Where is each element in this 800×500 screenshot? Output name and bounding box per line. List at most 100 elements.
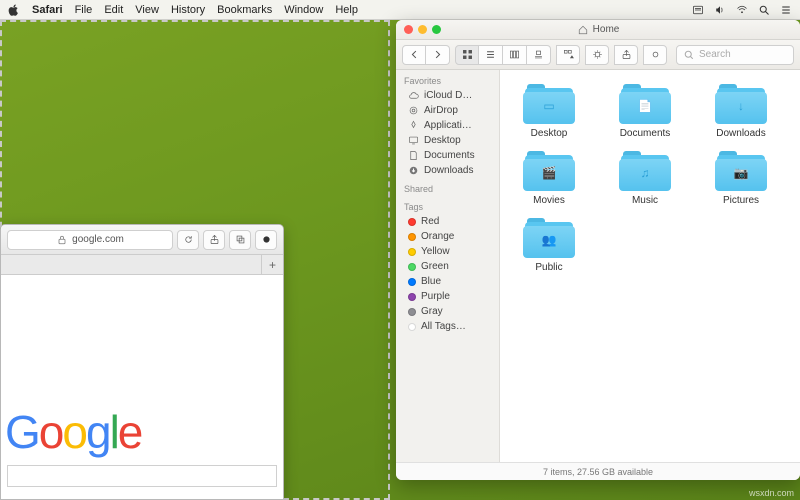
tag-dot-icon [408,278,416,286]
sidebar-tag-purple[interactable]: Purple [396,289,499,304]
view-columns-button[interactable] [503,45,527,65]
sidebar-item-desktop[interactable]: Desktop [396,133,499,148]
tag-dot-icon [408,263,416,271]
spotlight-icon[interactable] [758,4,770,16]
safari-window[interactable]: google.com + Google [0,224,284,500]
wifi-icon[interactable] [736,4,748,16]
sidebar-all-tags[interactable]: All Tags… [396,319,499,334]
sidebar-tag-yellow[interactable]: Yellow [396,244,499,259]
tag-dot-icon [408,248,416,256]
documents-icon [408,150,419,161]
notification-center-icon[interactable] [780,4,792,16]
tag-dot-icon [408,308,416,316]
sidebar-item-documents[interactable]: Documents [396,148,499,163]
menu-edit[interactable]: Edit [104,4,123,16]
folder-downloads[interactable]: ↓Downloads [702,84,780,139]
apps-icon [408,120,419,131]
airdrop-icon [408,105,419,116]
finder-titlebar[interactable]: Home [396,20,800,40]
finder-zoom-button[interactable] [432,25,441,34]
folder-icon: ♫ [619,151,671,191]
folder-movies[interactable]: 🎬Movies [510,151,588,206]
sidebar-favorites-header: Favorites [396,70,499,88]
all-tags-icon [408,323,416,331]
folder-icon: 👥 [523,218,575,258]
volume-icon[interactable] [714,4,726,16]
folder-pictures[interactable]: 📷Pictures [702,151,780,206]
view-coverflow-button[interactable] [527,45,551,65]
share-button[interactable] [614,45,638,65]
desktop-icon [408,135,419,146]
safari-reload-button[interactable] [177,230,199,250]
menu-window[interactable]: Window [284,4,323,16]
safari-toolbar: google.com [1,225,283,255]
watermark: wsxdn.com [749,488,794,498]
safari-extension-button[interactable] [255,230,277,250]
desktop: Safari File Edit View History Bookmarks … [0,0,800,500]
downloads-icon [408,165,419,176]
sidebar-tag-green[interactable]: Green [396,259,499,274]
home-icon [577,24,589,36]
sidebar-tag-red[interactable]: Red [396,214,499,229]
safari-tabs-button[interactable] [229,230,251,250]
google-logo: Google [1,405,283,459]
finder-close-button[interactable] [404,25,413,34]
sidebar-tag-blue[interactable]: Blue [396,274,499,289]
finder-search-input[interactable]: Search [676,45,794,65]
folder-icon: 📄 [619,84,671,124]
finder-sidebar: Favorites iCloud D…AirDropApplicati…Desk… [396,70,500,462]
google-search-input[interactable] [7,465,277,487]
folder-icon: ↓ [715,84,767,124]
lock-icon [56,234,68,246]
finder-toolbar: Search [396,40,800,70]
active-app-name[interactable]: Safari [32,4,63,16]
finder-window[interactable]: Home [396,20,800,480]
finder-back-button[interactable] [402,45,426,65]
safari-address-bar[interactable]: google.com [7,230,173,250]
menubar: Safari File Edit View History Bookmarks … [0,0,800,20]
safari-url: google.com [72,234,124,245]
finder-statusbar: 7 items, 27.56 GB available [396,462,800,480]
menu-view[interactable]: View [135,4,159,16]
menu-file[interactable]: File [75,4,93,16]
menu-bookmarks[interactable]: Bookmarks [217,4,272,16]
sidebar-item-downloads[interactable]: Downloads [396,163,499,178]
folder-desktop[interactable]: ▭Desktop [510,84,588,139]
cloud-icon [408,90,419,101]
finder-search-placeholder: Search [699,49,731,60]
fast-user-switch-icon[interactable] [692,4,704,16]
menu-history[interactable]: History [171,4,205,16]
folder-music[interactable]: ♫Music [606,151,684,206]
arrange-button[interactable] [556,45,580,65]
apple-menu-icon[interactable] [8,4,20,16]
sidebar-tag-gray[interactable]: Gray [396,304,499,319]
sidebar-tag-orange[interactable]: Orange [396,229,499,244]
sidebar-shared-header: Shared [396,178,499,196]
tags-edit-button[interactable] [643,45,667,65]
sidebar-item-apps[interactable]: Applicati… [396,118,499,133]
view-icons-button[interactable] [455,45,479,65]
folder-icon: ▭ [523,84,575,124]
safari-new-tab-button[interactable]: + [261,255,283,274]
view-list-button[interactable] [479,45,503,65]
folder-documents[interactable]: 📄Documents [606,84,684,139]
finder-minimize-button[interactable] [418,25,427,34]
finder-forward-button[interactable] [426,45,450,65]
sidebar-item-cloud[interactable]: iCloud D… [396,88,499,103]
folder-icon: 📷 [715,151,767,191]
search-icon [683,49,695,61]
sidebar-item-airdrop[interactable]: AirDrop [396,103,499,118]
tag-dot-icon [408,293,416,301]
action-button[interactable] [585,45,609,65]
tag-dot-icon [408,233,416,241]
safari-page-content: Google [1,275,283,499]
tag-dot-icon [408,218,416,226]
folder-public[interactable]: 👥Public [510,218,588,273]
safari-tabbar: + [1,255,283,275]
sidebar-tags-header: Tags [396,196,499,214]
finder-content[interactable]: ▭Desktop 📄Documents ↓Downloads 🎬Movies ♫Musi… [500,70,800,462]
folder-icon: 🎬 [523,151,575,191]
safari-share-button[interactable] [203,230,225,250]
menu-help[interactable]: Help [335,4,358,16]
finder-title: Home [593,24,620,35]
